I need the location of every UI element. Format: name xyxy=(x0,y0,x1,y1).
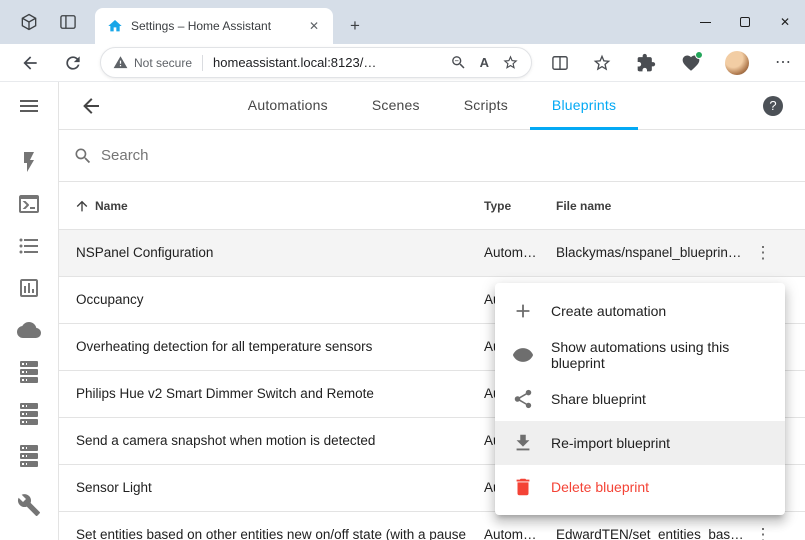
sidebar-item-server-2[interactable] xyxy=(17,402,41,426)
menu-item-label: Share blueprint xyxy=(551,391,646,407)
close-window-button[interactable]: ✕ xyxy=(765,0,805,44)
blueprint-name: Occupancy xyxy=(76,277,144,323)
sidebar-item-server-1[interactable] xyxy=(17,360,41,384)
maximize-button[interactable] xyxy=(725,0,765,44)
blueprint-name: Set entities based on other entities new… xyxy=(76,512,466,540)
ha-tab-bar: Automations Scenes Scripts Blueprints xyxy=(119,82,745,130)
blueprint-file: EdwardTEN/set_entities_bas… xyxy=(556,512,771,540)
search-placeholder: Search xyxy=(101,130,149,182)
download-icon xyxy=(512,432,534,454)
ha-back-icon[interactable] xyxy=(79,94,103,118)
ha-sidebar xyxy=(0,82,59,540)
browser-tab[interactable]: Settings – Home Assistant ✕ xyxy=(95,8,333,44)
home-assistant-logo-icon xyxy=(107,18,123,34)
menu-item-show-automations[interactable]: Show automations using this blueprint xyxy=(495,333,785,377)
sidebar-item-terminal[interactable] xyxy=(17,192,41,216)
sidebar-item-history[interactable] xyxy=(17,276,41,300)
help-icon[interactable]: ? xyxy=(763,96,783,116)
address-divider xyxy=(202,55,203,71)
header-file-name[interactable]: File name xyxy=(556,182,611,230)
extensions-icon[interactable] xyxy=(636,53,656,73)
address-bar[interactable]: Not secure homeassistant.local:8123/… A xyxy=(100,47,532,78)
tab-blueprints[interactable]: Blueprints xyxy=(530,82,638,130)
browser-more-icon[interactable]: ⋯ xyxy=(772,50,794,74)
blueprint-name: Send a camera snapshot when motion is de… xyxy=(76,418,375,464)
blueprint-context-menu: Create automation Show automations using… xyxy=(495,283,785,515)
sidebar-item-developer-tools[interactable] xyxy=(17,493,41,517)
header-type[interactable]: Type xyxy=(484,182,511,230)
workspaces-icon[interactable] xyxy=(19,12,39,32)
window-controls: ✕ xyxy=(685,0,805,44)
table-row[interactable]: Set entities based on other entities new… xyxy=(59,512,805,540)
back-icon[interactable] xyxy=(20,53,40,73)
zoom-icon[interactable] xyxy=(450,54,467,71)
menu-item-create-automation[interactable]: Create automation xyxy=(495,289,785,333)
blueprint-name: NSPanel Configuration xyxy=(76,230,213,276)
new-tab-button[interactable]: + xyxy=(344,15,366,37)
blueprint-name: Philips Hue v2 Smart Dimmer Switch and R… xyxy=(76,371,374,417)
not-secure-warning-icon xyxy=(113,55,128,70)
plus-icon xyxy=(512,300,534,322)
menu-item-delete-blueprint[interactable]: Delete blueprint xyxy=(495,465,785,509)
blueprint-name: Overheating detection for all temperatur… xyxy=(76,324,372,370)
blueprint-name: Sensor Light xyxy=(76,465,152,511)
sidebar-item-logbook[interactable] xyxy=(17,234,41,258)
share-icon xyxy=(512,388,534,410)
menu-item-label: Delete blueprint xyxy=(551,479,649,495)
table-row[interactable]: NSPanel Configuration Autom… Blackymas/n… xyxy=(59,230,805,277)
blueprint-type: Autom… xyxy=(484,512,537,540)
sidebar-item-cloud[interactable] xyxy=(17,318,41,342)
url-text[interactable]: homeassistant.local:8123/… xyxy=(213,55,376,70)
ha-appbar: Automations Scenes Scripts Blueprints ? xyxy=(59,82,805,130)
blueprint-file: Blackymas/nspanel_blueprin… xyxy=(556,230,771,276)
sort-ascending-icon[interactable] xyxy=(74,198,90,214)
minimize-button[interactable] xyxy=(685,0,725,44)
blueprint-type: Autom… xyxy=(484,230,537,276)
profile-avatar[interactable] xyxy=(725,51,749,75)
favorites-hub-icon[interactable] xyxy=(592,53,612,73)
browser-toolbar: Not secure homeassistant.local:8123/… A … xyxy=(0,44,805,82)
menu-item-label: Re-import blueprint xyxy=(551,435,670,451)
menu-item-label: Show automations using this blueprint xyxy=(551,339,768,371)
sidebar-menu-icon[interactable] xyxy=(17,94,41,118)
read-aloud-icon[interactable]: A xyxy=(480,55,489,70)
essentials-status-dot xyxy=(695,51,703,59)
header-name[interactable]: Name xyxy=(95,182,128,230)
split-screen-icon[interactable] xyxy=(550,53,570,73)
search-input[interactable]: Search xyxy=(59,130,805,182)
search-icon xyxy=(73,146,93,166)
tab-automations[interactable]: Automations xyxy=(226,82,350,130)
menu-item-share-blueprint[interactable]: Share blueprint xyxy=(495,377,785,421)
maximize-icon xyxy=(740,17,750,27)
refresh-icon[interactable] xyxy=(63,53,83,73)
browser-essentials-icon[interactable] xyxy=(681,53,701,73)
tab-scripts[interactable]: Scripts xyxy=(442,82,530,130)
tab-scenes[interactable]: Scenes xyxy=(350,82,442,130)
browser-titlebar: Settings – Home Assistant ✕ + ✕ xyxy=(0,0,805,44)
tab-title: Settings – Home Assistant xyxy=(131,19,305,33)
trash-icon xyxy=(512,476,534,498)
eye-icon xyxy=(512,344,534,366)
security-status-label: Not secure xyxy=(134,56,192,70)
close-tab-icon[interactable]: ✕ xyxy=(305,17,323,35)
table-header: Name Type File name xyxy=(59,182,805,230)
vertical-tabs-icon[interactable] xyxy=(58,12,78,32)
row-overflow-icon[interactable]: ⋮ xyxy=(751,241,775,265)
menu-item-label: Create automation xyxy=(551,303,666,319)
favorite-star-icon[interactable] xyxy=(502,54,519,71)
menu-item-reimport-blueprint[interactable]: Re-import blueprint xyxy=(495,421,785,465)
sidebar-item-server-3[interactable] xyxy=(17,444,41,468)
row-overflow-icon[interactable]: ⋮ xyxy=(751,523,775,540)
sidebar-item-energy[interactable] xyxy=(17,150,41,174)
minimize-icon xyxy=(700,22,711,23)
